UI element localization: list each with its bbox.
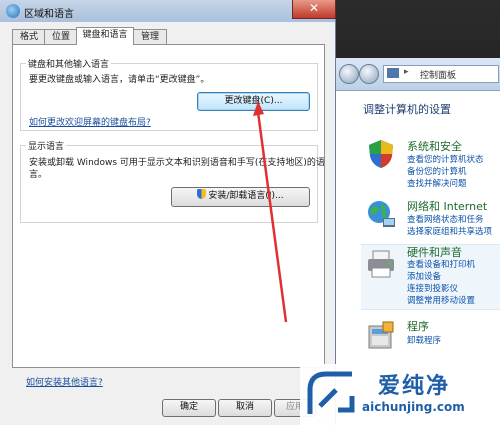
watermark-text: 爱纯净 [378,374,451,399]
annotation-arrowhead [253,101,264,116]
watermark-logo-icon [307,371,355,414]
watermark-url: aichunjing.com [362,400,465,414]
tab-keyboards-languages[interactable]: 键盘和语言 [76,27,134,45]
annotation-arrow [256,111,288,323]
annotation-overlay [253,101,288,323]
